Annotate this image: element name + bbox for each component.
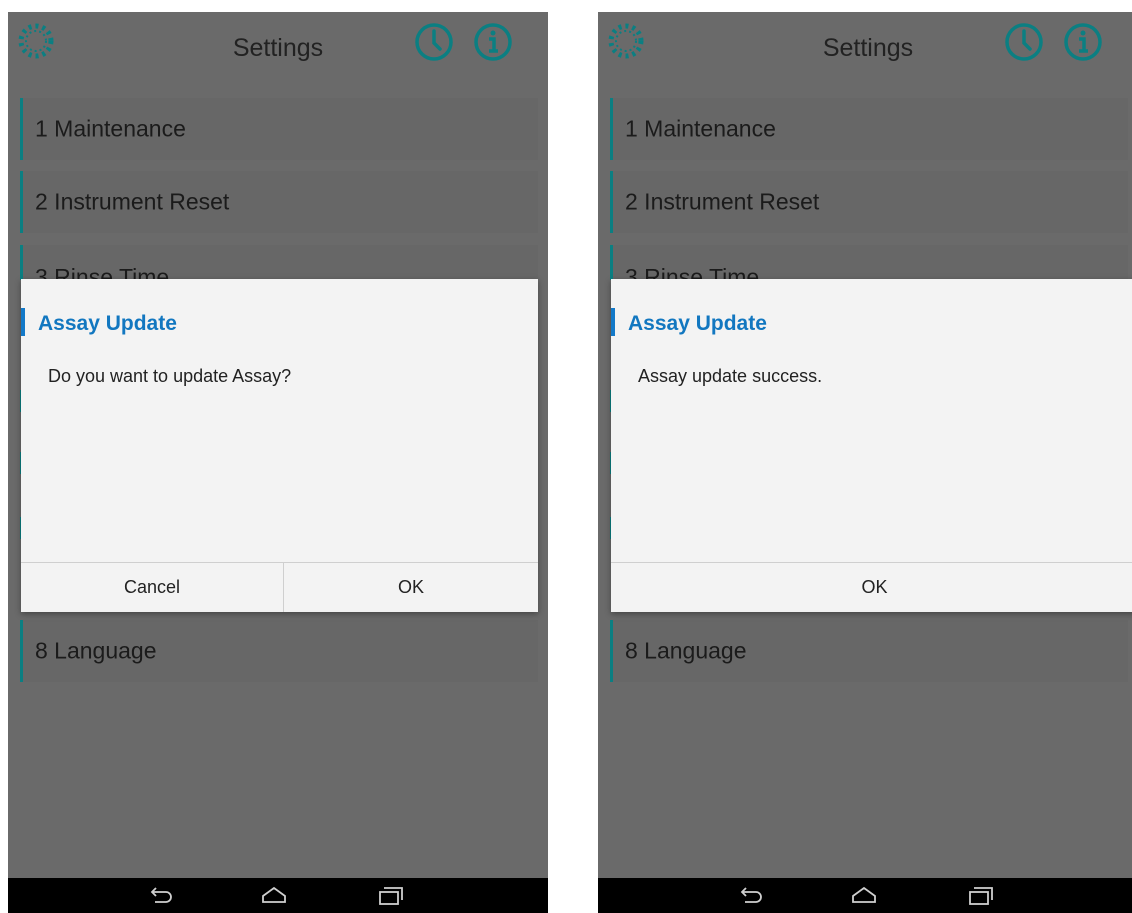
menu-item-label: 2 Instrument Reset <box>35 188 230 215</box>
menu-item-language[interactable]: 8 Language <box>610 620 1128 682</box>
menu-item-instrument-reset[interactable]: 2 Instrument Reset <box>20 171 538 233</box>
item-accent-bar <box>20 245 23 280</box>
menu-item-rinse-time[interactable]: 3 Rinse Time <box>20 245 538 280</box>
dialog-title-accent <box>611 308 615 336</box>
home-icon[interactable] <box>850 883 878 907</box>
ok-button[interactable]: OK <box>611 563 1132 612</box>
phone-screen-success: Settings 1 Maintenance 2 Instrument Rese… <box>598 12 1132 913</box>
assay-update-dialog: Assay Update Assay update success. OK <box>611 279 1132 612</box>
item-accent-bar <box>20 98 23 160</box>
menu-item-rinse-time[interactable]: 3 Rinse Time <box>610 245 1128 280</box>
menu-item-label: 1 Maintenance <box>35 115 186 142</box>
info-icon[interactable] <box>473 22 513 62</box>
menu-item-label: 2 Instrument Reset <box>625 188 820 215</box>
menu-item-maintenance[interactable]: 1 Maintenance <box>20 98 538 160</box>
dialog-message: Assay update success. <box>638 366 823 386</box>
dialog-title: Assay Update <box>628 312 767 335</box>
dialog-button-row: Cancel OK <box>21 562 538 612</box>
item-accent-bar <box>20 171 23 233</box>
page-title: Settings <box>232 34 324 62</box>
recent-apps-icon[interactable] <box>966 883 994 907</box>
menu-item-label: 8 Language <box>35 637 157 664</box>
phone-screen-confirm: Settings 1 Maintenance 2 Instrument Rese… <box>8 12 548 913</box>
clock-icon[interactable] <box>414 22 454 62</box>
clock-icon[interactable] <box>1004 22 1044 62</box>
assay-update-dialog: Assay Update Do you want to update Assay… <box>21 279 538 612</box>
menu-item-maintenance[interactable]: 1 Maintenance <box>610 98 1128 160</box>
page-title: Settings <box>822 34 914 62</box>
recent-apps-icon[interactable] <box>376 883 404 907</box>
system-nav-bar <box>598 878 1132 913</box>
dialog-title-accent <box>21 308 25 336</box>
menu-item-language[interactable]: 8 Language <box>20 620 538 682</box>
back-icon[interactable] <box>146 883 174 907</box>
home-icon[interactable] <box>260 883 288 907</box>
item-accent-bar <box>610 245 613 280</box>
menu-item-label: 3 Rinse Time <box>625 264 760 280</box>
cancel-button[interactable]: Cancel <box>21 563 284 612</box>
menu-item-label: 8 Language <box>625 637 747 664</box>
app-header: Settings <box>598 12 1132 92</box>
system-nav-bar <box>8 878 548 913</box>
dialog-message: Do you want to update Assay? <box>48 366 292 386</box>
menu-item-label: 1 Maintenance <box>625 115 776 142</box>
info-icon[interactable] <box>1063 22 1103 62</box>
dialog-title: Assay Update <box>38 312 177 335</box>
dialog-button-row: OK <box>611 562 1132 612</box>
item-accent-bar <box>610 98 613 160</box>
app-header: Settings <box>8 12 548 92</box>
menu-item-label: 3 Rinse Time <box>35 264 170 280</box>
menu-item-instrument-reset[interactable]: 2 Instrument Reset <box>610 171 1128 233</box>
item-accent-bar <box>610 620 613 682</box>
item-accent-bar <box>20 620 23 682</box>
ok-button[interactable]: OK <box>284 563 538 612</box>
back-icon[interactable] <box>736 883 764 907</box>
item-accent-bar <box>610 171 613 233</box>
